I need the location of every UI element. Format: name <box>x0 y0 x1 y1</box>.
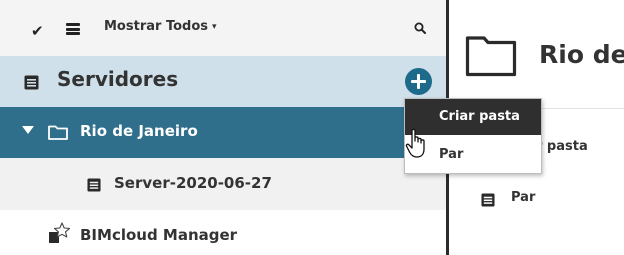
server-icon <box>87 178 101 192</box>
tree-row-label: Rio de Janeiro <box>80 122 198 140</box>
check-icon[interactable]: ✔ <box>31 22 44 40</box>
hand-cursor-icon <box>405 128 425 158</box>
server-icon <box>24 75 39 90</box>
tree-row-label: Server-2020-06-27 <box>114 174 272 192</box>
plus-icon[interactable] <box>405 68 432 95</box>
show-all-label: Mostrar Todos <box>104 19 208 34</box>
navigator-toolbar: ✔ Mostrar Todos ▾ <box>0 0 446 56</box>
navigator-panel: ✔ Mostrar Todos ▾ Servidores Rio de Janei… <box>0 0 446 255</box>
tree-row-label: BIMcloud Manager <box>80 226 238 244</box>
server-icon <box>481 193 495 207</box>
tree-row-server[interactable]: Server-2020-06-27 <box>0 158 446 210</box>
menu-item-label: Criar pasta <box>439 109 520 124</box>
list-icon[interactable] <box>66 23 80 35</box>
search-icon[interactable] <box>414 22 426 34</box>
menu-item-label: Par <box>439 147 464 162</box>
detail-item-label[interactable]: r pasta <box>536 139 588 154</box>
tree-row-manager[interactable]: BIMcloud Manager <box>0 210 446 255</box>
show-all-dropdown[interactable]: Mostrar Todos ▾ <box>104 19 217 34</box>
tree-row-label: Servidores <box>57 67 179 91</box>
expand-arrow-icon[interactable] <box>22 126 34 134</box>
tree-row-folder-rio[interactable]: Rio de Janeiro <box>0 107 446 158</box>
page-title: Rio de <box>539 40 624 69</box>
manager-icon <box>49 222 71 243</box>
chevron-down-icon: ▾ <box>212 22 217 32</box>
detail-item-label[interactable]: Par <box>511 190 535 205</box>
folder-icon <box>48 125 68 140</box>
tree-row-servers[interactable]: Servidores <box>0 56 446 107</box>
folder-icon <box>465 36 517 77</box>
